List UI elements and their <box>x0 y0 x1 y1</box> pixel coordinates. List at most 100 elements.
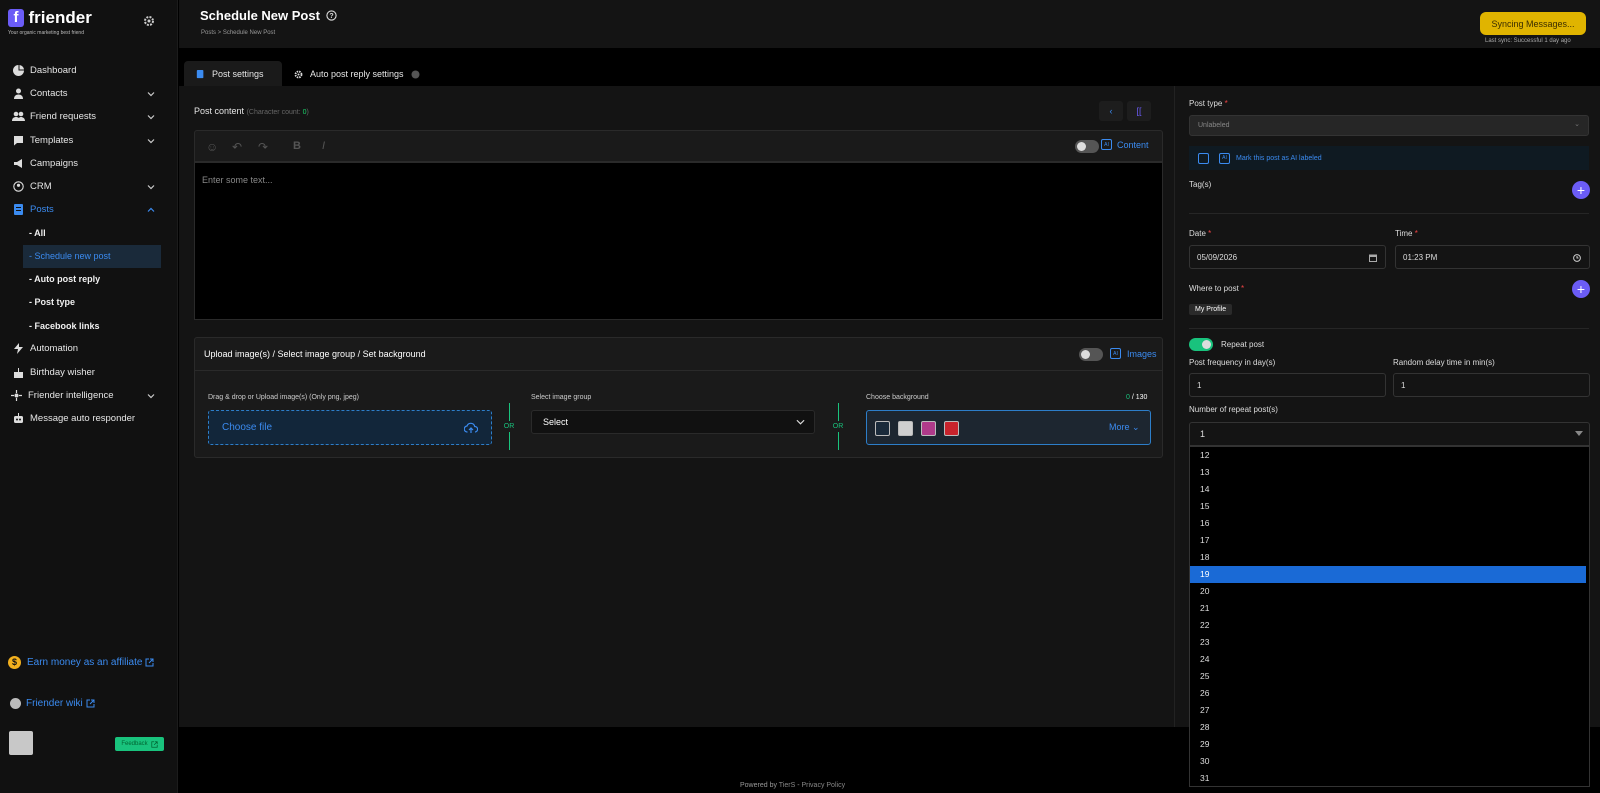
post-content-title: Post content <box>194 106 245 116</box>
more-label: More <box>1109 422 1130 432</box>
more-backgrounds-link[interactable]: More ⌄ <box>1109 422 1140 433</box>
undo-icon[interactable]: ↶ <box>232 140 242 154</box>
dropdown-option[interactable]: 24 <box>1190 651 1586 668</box>
clock-icon[interactable] <box>1573 254 1581 262</box>
avatar[interactable] <box>9 731 33 755</box>
breadcrumb[interactable]: Posts > Schedule New Post <box>201 30 275 36</box>
emoji-icon[interactable]: ☺ <box>206 140 218 154</box>
sidebar-item-automation[interactable]: Automation <box>0 337 178 360</box>
sidebar-item-crm[interactable]: CRM <box>0 175 178 198</box>
sidebar-item-label: Birthday wisher <box>30 366 95 378</box>
images-ai-link[interactable]: AI Images <box>1110 348 1157 359</box>
chevron-down-icon: ⌄ <box>1132 422 1140 432</box>
add-destination-button[interactable]: + <box>1572 280 1590 298</box>
images-ai-toggle[interactable] <box>1079 348 1103 361</box>
dashboard-icon <box>11 64 25 78</box>
ai-label-row[interactable]: AI Mark this post as AI labeled <box>1189 146 1589 170</box>
sidebar-item-templates[interactable]: Templates <box>0 129 178 152</box>
brand-tagline: Your organic marketing best friend <box>8 30 84 36</box>
panel-toggle-buttons: ‹ [[ <box>1099 101 1151 121</box>
choose-file-button[interactable]: Choose file <box>208 410 492 445</box>
sidebar-subitem-post-type[interactable]: - Post type <box>0 291 178 314</box>
external-link-icon <box>145 658 154 667</box>
post-type-select[interactable]: Unlabeled ⌄ <box>1189 115 1589 136</box>
ai-label-checkbox[interactable] <box>1198 152 1209 164</box>
background-swatch[interactable] <box>898 421 913 436</box>
gear-icon[interactable] <box>143 15 155 27</box>
sidebar-item-label: Contacts <box>30 88 68 100</box>
calendar-icon[interactable] <box>1369 254 1377 262</box>
destination-chip[interactable]: My Profile <box>1189 304 1233 315</box>
dropdown-option[interactable]: 19 <box>1190 566 1586 583</box>
sidebar-item-message-auto-responder[interactable]: Message auto responder <box>0 407 178 430</box>
affiliate-link[interactable]: $ Earn money as an affiliate <box>8 656 154 669</box>
dropdown-option[interactable]: 25 <box>1190 668 1586 685</box>
dropdown-option[interactable]: 14 <box>1190 481 1586 498</box>
dropdown-option[interactable]: 27 <box>1190 702 1586 719</box>
sidebar-item-friender-intelligence[interactable]: Friender intelligence <box>0 384 178 407</box>
char-count-suffix: ) <box>306 109 309 116</box>
sidebar-item-label: Templates <box>30 134 74 146</box>
random-delay-input[interactable]: 1 <box>1393 373 1590 397</box>
sync-messages-button[interactable]: Syncing Messages... <box>1480 12 1586 35</box>
dropdown-option[interactable]: 28 <box>1190 719 1586 736</box>
sidebar-item-friend-requests[interactable]: Friend requests <box>0 105 178 128</box>
sidebar-subitem-all[interactable]: - All <box>0 221 178 244</box>
time-input[interactable]: 01:23 PM <box>1395 245 1590 269</box>
sidebar-item-campaigns[interactable]: Campaigns <box>0 152 178 175</box>
dropdown-option[interactable]: 18 <box>1190 549 1586 566</box>
sidebar-item-posts[interactable]: Posts <box>0 198 178 221</box>
image-group-select[interactable]: Select <box>531 410 815 434</box>
dropdown-option[interactable]: 20 <box>1190 583 1586 600</box>
sidebar-item-contacts[interactable]: Contacts <box>0 82 178 105</box>
add-tag-button[interactable]: + <box>1572 181 1590 199</box>
dropdown-option[interactable]: 22 <box>1190 617 1586 634</box>
feedback-button[interactable]: Feedback <box>115 737 164 751</box>
dropdown-option[interactable]: 30 <box>1190 753 1586 770</box>
sidebar-subitem-auto-post-reply[interactable]: - Auto post reply <box>0 268 178 291</box>
background-swatch[interactable] <box>944 421 959 436</box>
sidebar-subitem-schedule-new-post[interactable]: - Schedule new post <box>23 244 161 268</box>
help-icon[interactable]: ? <box>326 10 337 21</box>
content-ai-toggle[interactable] <box>1075 140 1099 153</box>
date-input[interactable]: 05/09/2026 <box>1189 245 1386 269</box>
repeat-post-toggle[interactable] <box>1189 338 1213 351</box>
dropdown-option[interactable]: 13 <box>1190 464 1586 481</box>
dropdown-option[interactable]: 16 <box>1190 515 1586 532</box>
privacy-policy-link[interactable]: Privacy Policy <box>802 782 846 789</box>
tab-post-settings[interactable]: Post settings <box>184 61 282 87</box>
brand[interactable]: f friender Your organic marketing best f… <box>8 8 92 36</box>
redo-icon[interactable]: ↷ <box>258 140 268 154</box>
affiliate-label: Earn money as an affiliate <box>27 657 143 668</box>
content-ai-link[interactable]: AI Content <box>1101 139 1149 150</box>
dropdown-option[interactable]: 17 <box>1190 532 1586 549</box>
dropdown-option[interactable]: 26 <box>1190 685 1586 702</box>
collapse-left-button[interactable]: ‹ <box>1099 101 1123 121</box>
sidebar-item-label: Dashboard <box>30 65 77 77</box>
sidebar-item-label: Friender intelligence <box>28 389 114 401</box>
background-swatch[interactable] <box>875 421 890 436</box>
background-swatch[interactable] <box>921 421 936 436</box>
bold-icon[interactable]: B <box>293 140 301 152</box>
post-content-editor[interactable]: Enter some text... <box>194 162 1163 320</box>
sidebar-item-birthday-wisher[interactable]: Birthday wisher <box>0 360 178 383</box>
dropdown-option[interactable]: 21 <box>1190 600 1586 617</box>
post-content-label: Post content (Character count: 0) <box>194 106 309 116</box>
num-repeat-select[interactable]: 1 <box>1189 422 1590 446</box>
sidebar-item-dashboard[interactable]: Dashboard <box>0 59 178 82</box>
dropdown-option[interactable]: 31 <box>1190 770 1586 786</box>
wiki-link[interactable]: Friender wiki <box>10 698 95 709</box>
italic-icon[interactable]: I <box>322 140 325 152</box>
footer-brand-link[interactable]: TierS <box>779 782 795 789</box>
dropdown-option[interactable]: 12 <box>1190 447 1586 464</box>
split-view-button[interactable]: [[ <box>1127 101 1151 121</box>
posts-icon <box>11 203 25 217</box>
image-group-label: Select image group <box>531 394 592 401</box>
dropdown-option[interactable]: 29 <box>1190 736 1586 753</box>
tab-auto-post-reply-settings[interactable]: Auto post reply settings <box>282 61 432 87</box>
dropdown-option[interactable]: 15 <box>1190 498 1586 515</box>
info-icon[interactable] <box>411 70 420 79</box>
post-frequency-input[interactable]: 1 <box>1189 373 1386 397</box>
dropdown-option[interactable]: 23 <box>1190 634 1586 651</box>
sidebar-subitem-facebook-links[interactable]: - Facebook links <box>0 314 178 337</box>
